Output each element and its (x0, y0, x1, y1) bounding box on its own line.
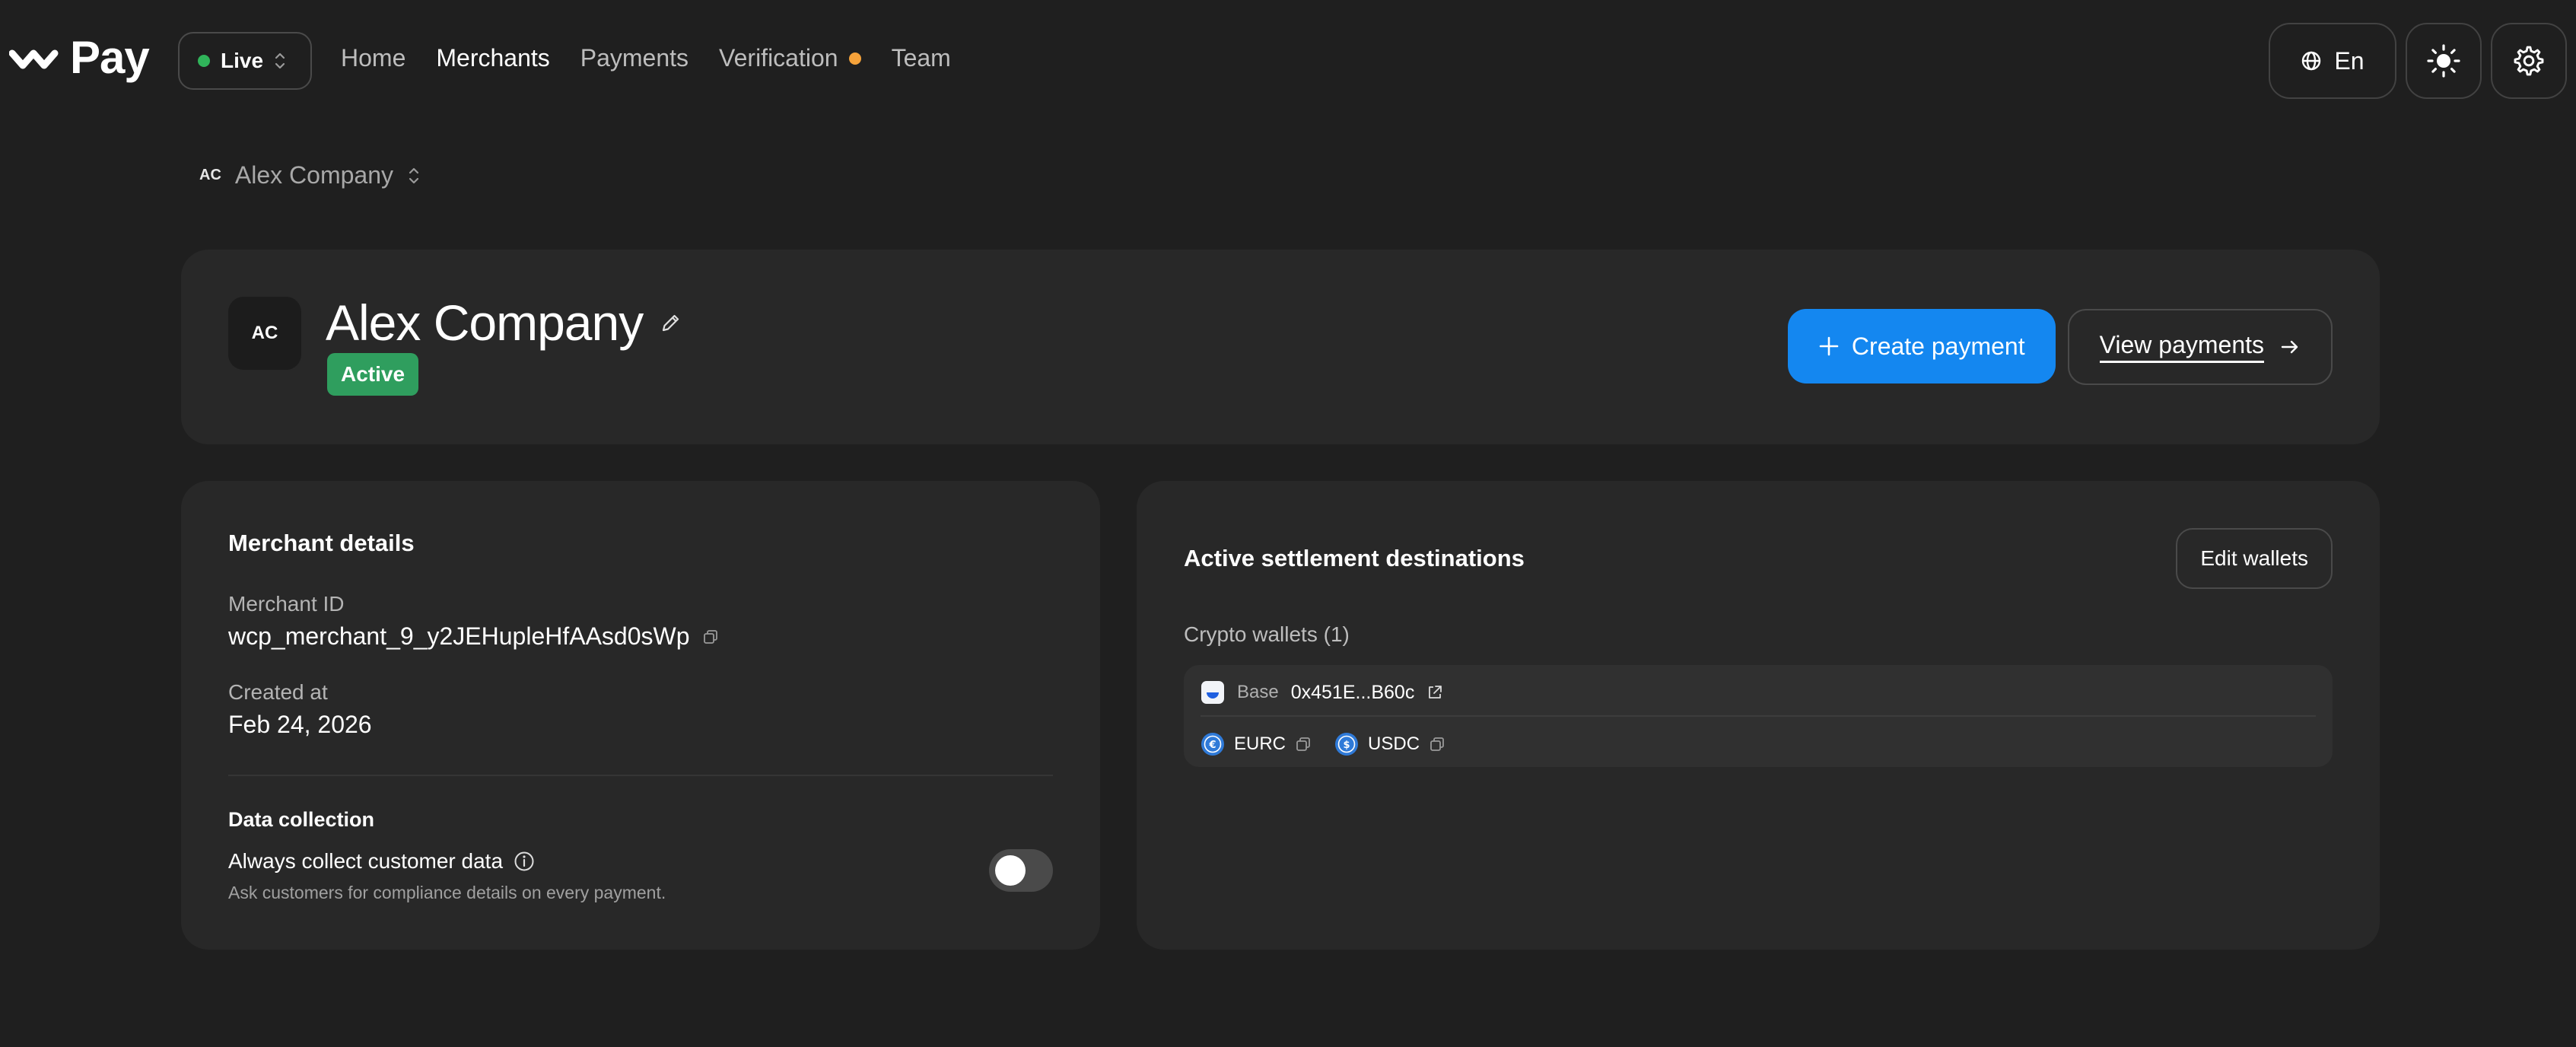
edit-wallets-button[interactable]: Edit wallets (2176, 528, 2333, 589)
view-payments-button[interactable]: View payments (2067, 309, 2333, 385)
settings-button[interactable] (2491, 23, 2567, 99)
arrow-right-icon (2279, 336, 2301, 358)
nav-item-home[interactable]: Home (341, 44, 405, 72)
merchant-switcher[interactable]: AC Alex Company (199, 161, 421, 189)
settlement-title: Active settlement destinations (1184, 545, 1525, 571)
always-collect-row: Always collect customer data (228, 849, 535, 874)
info-icon[interactable] (514, 851, 535, 872)
section-divider (228, 775, 1053, 776)
created-at-label: Created at (228, 680, 328, 704)
wallet-address: 0x451E...B60c (1290, 681, 1415, 703)
view-payments-label: View payments (2099, 331, 2264, 363)
merchant-actions: Create payment View payments (1787, 309, 2333, 385)
eurc-token-icon: € (1201, 732, 1225, 756)
brand-name: Pay (70, 32, 150, 83)
copy-icon[interactable] (702, 629, 719, 645)
svg-text:$: $ (1343, 740, 1350, 751)
nav-item-merchants[interactable]: Merchants (436, 44, 549, 72)
environment-label: Live (221, 49, 264, 72)
create-payment-label: Create payment (1851, 332, 2025, 360)
top-actions: En (2269, 23, 2567, 99)
external-link-icon[interactable] (1426, 684, 1443, 701)
copy-icon[interactable] (1295, 736, 1312, 753)
token-label: USDC (1368, 734, 1420, 754)
pencil-icon[interactable] (660, 311, 682, 334)
nav-item-payments[interactable]: Payments (580, 44, 689, 72)
main-nav: Home Merchants Payments Verification Tea… (341, 44, 951, 72)
data-collection-title: Data collection (228, 808, 375, 831)
theme-toggle-button[interactable] (2406, 23, 2482, 99)
merchant-id-row: wcp_merchant_9_y2JEHupleHfAAsd0sWp (228, 622, 719, 651)
plus-icon (1818, 336, 1840, 357)
usdc-token-icon: $ (1334, 732, 1359, 756)
merchant-name: Alex Company (326, 294, 644, 351)
merchant-header-card: AC Alex Company Active Create payment Vi… (181, 250, 2380, 444)
language-button[interactable]: En (2269, 23, 2396, 99)
globe-icon (2301, 50, 2322, 72)
merchant-id-label: Merchant ID (228, 592, 345, 616)
chevron-up-down-icon (274, 50, 286, 72)
always-collect-description: Ask customers for compliance details on … (228, 883, 666, 902)
gear-icon (2512, 44, 2546, 78)
top-navigation: Pay Live Home Merchants Payments Verific… (0, 0, 2576, 122)
environment-select[interactable]: Live (178, 32, 312, 90)
toggle-knob (995, 855, 1026, 886)
nav-label: Team (891, 44, 951, 72)
merchant-switcher-initials: AC (199, 167, 221, 183)
nav-item-team[interactable]: Team (892, 44, 951, 72)
always-collect-label: Always collect customer data (228, 849, 504, 873)
copy-icon[interactable] (1429, 736, 1445, 753)
nav-label: Verification (719, 44, 838, 72)
nav-label: Payments (580, 44, 689, 72)
merchant-id-value: wcp_merchant_9_y2JEHupleHfAAsd0sWp (228, 622, 690, 650)
always-collect-toggle[interactable] (989, 849, 1053, 892)
token-eurc: € EURC (1201, 732, 1312, 756)
verification-pending-badge (848, 52, 861, 65)
language-label: En (2334, 46, 2365, 75)
wallet-network-row: Base 0x451E...B60c (1201, 676, 1443, 709)
chevron-up-down-icon (407, 164, 421, 188)
wallet-list-item: Base 0x451E...B60c € EURC $ USDC (1184, 665, 2333, 767)
nav-label: Home (341, 44, 406, 72)
logo-mark-icon (9, 43, 62, 73)
settlement-destinations-card: Active settlement destinations Edit wall… (1137, 481, 2380, 950)
merchant-switcher-name: Alex Company (234, 161, 393, 189)
merchant-title-row: Alex Company (326, 292, 682, 353)
wallet-network-label: Base (1237, 682, 1279, 702)
wallet-row-divider (1201, 715, 2316, 717)
token-usdc: $ USDC (1334, 732, 1445, 756)
nav-label: Merchants (436, 44, 550, 72)
base-network-icon (1201, 680, 1225, 705)
crypto-wallets-label: Crypto wallets (1) (1184, 622, 1350, 646)
merchant-details-card: Merchant details Merchant ID wcp_merchan… (181, 481, 1100, 950)
status-badge: Active (327, 353, 419, 396)
svg-text:€: € (1208, 740, 1216, 751)
created-at-value: Feb 24, 2026 (228, 711, 372, 738)
wallet-tokens-row: € EURC $ USDC (1201, 727, 1456, 761)
nav-item-verification[interactable]: Verification (719, 44, 861, 72)
merchant-details-title: Merchant details (228, 530, 415, 556)
brand-logo[interactable]: Pay (9, 32, 150, 83)
live-status-dot (198, 55, 210, 67)
sun-icon (2426, 43, 2461, 78)
create-payment-button[interactable]: Create payment (1787, 309, 2056, 383)
merchant-avatar: AC (228, 297, 301, 370)
token-label: EURC (1234, 734, 1286, 754)
